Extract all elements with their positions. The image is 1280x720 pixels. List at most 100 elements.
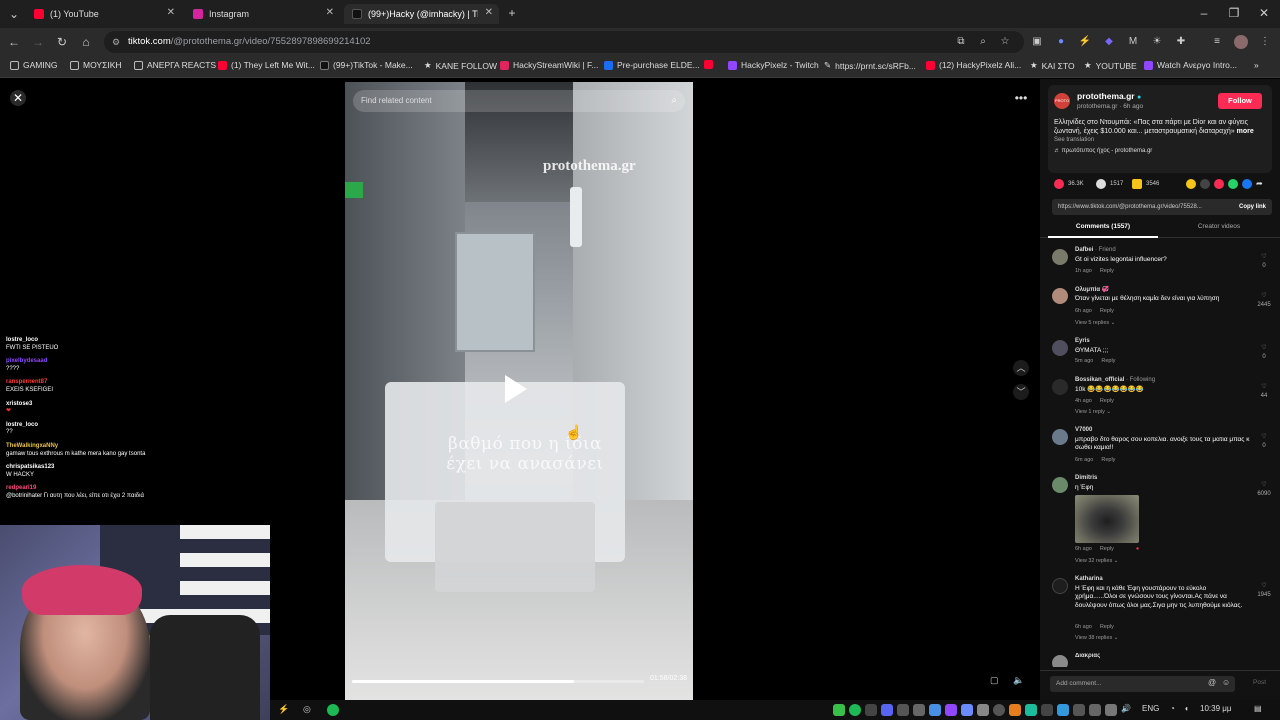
- extension-icon[interactable]: ☀: [1150, 35, 1164, 49]
- view-replies-link[interactable]: View 32 replies ⌄: [1075, 558, 1118, 564]
- comment-like[interactable]: ♡ 44: [1254, 383, 1274, 401]
- comment-author[interactable]: Dafbei · Friend: [1075, 247, 1116, 253]
- comment-author[interactable]: Ολυμπία 💞: [1075, 286, 1109, 293]
- like-button[interactable]: 36.3K: [1054, 179, 1084, 189]
- play-icon[interactable]: [505, 375, 527, 403]
- bookmark-item[interactable]: HackyPixelz - Twitch: [728, 60, 819, 70]
- tray-icon[interactable]: [1041, 704, 1053, 716]
- whatsapp-icon[interactable]: [1228, 179, 1238, 189]
- comment-like[interactable]: ♡ 0: [1254, 433, 1274, 451]
- comment-like[interactable]: ♡ 1945: [1254, 582, 1274, 600]
- mention-icon[interactable]: @: [1208, 676, 1220, 690]
- comment-like[interactable]: ♡ 0: [1254, 344, 1274, 362]
- next-video-button[interactable]: ﹀: [1013, 384, 1029, 400]
- reply-link[interactable]: Reply: [1100, 268, 1114, 274]
- extension-icon[interactable]: ▣: [1030, 35, 1044, 49]
- bookmark-folder[interactable]: ΑΝΕΡΓΑ REACTS: [134, 60, 216, 70]
- follow-button[interactable]: Follow: [1218, 93, 1262, 109]
- comment-author[interactable]: V7000: [1075, 427, 1092, 433]
- comment-author[interactable]: Διακριας: [1075, 653, 1100, 659]
- reply-link[interactable]: Reply: [1100, 398, 1114, 404]
- extension-icon[interactable]: ⚡: [1078, 35, 1092, 49]
- back-icon[interactable]: ←: [6, 34, 22, 50]
- bookmark-item[interactable]: ★ ΚΑΙ ΣΤΟ: [1030, 60, 1075, 71]
- video-progress-bar[interactable]: [352, 680, 644, 683]
- embed-icon[interactable]: [1200, 179, 1210, 189]
- bookmark-item[interactable]: ★ YOUTUBE: [1084, 60, 1137, 71]
- input-language[interactable]: ENG: [1142, 704, 1159, 713]
- comment-author[interactable]: Bossikan_official · Following: [1075, 377, 1155, 383]
- tab-creator-videos[interactable]: Creator videos: [1164, 223, 1274, 230]
- avatar[interactable]: [1052, 578, 1068, 594]
- bookmark-folder[interactable]: ΜΟΥΣΙΚΗ: [70, 60, 122, 70]
- tab-close-icon[interactable]: ✕: [326, 7, 334, 18]
- find-related-search[interactable]: Find related content ⌕: [353, 90, 685, 112]
- bookmark-item[interactable]: ★ KANE FOLLOW: [424, 60, 497, 71]
- extension-icon[interactable]: M: [1126, 35, 1140, 49]
- minimize-icon[interactable]: –: [1196, 5, 1212, 21]
- avatar[interactable]: [1052, 655, 1068, 667]
- search-icon[interactable]: ⌕: [671, 90, 677, 112]
- window-close-icon[interactable]: ✕: [1256, 5, 1272, 21]
- share-arrow-icon[interactable]: ➦: [1256, 179, 1266, 189]
- install-icon[interactable]: ⧉: [954, 35, 968, 49]
- post-button[interactable]: Post: [1253, 676, 1266, 690]
- bookmark-star-icon[interactable]: ☆: [998, 35, 1012, 49]
- view-replies-link[interactable]: View 5 replies ⌄: [1075, 320, 1115, 326]
- more-options-icon[interactable]: •••: [1013, 91, 1029, 107]
- tab-youtube[interactable]: (1) YouTube ✕: [26, 4, 181, 24]
- reply-link[interactable]: Reply: [1100, 546, 1114, 552]
- comment-author[interactable]: Katharina: [1075, 576, 1103, 582]
- avatar[interactable]: [1052, 288, 1068, 304]
- new-tab-icon[interactable]: +: [504, 5, 520, 21]
- bookmark-item[interactable]: [704, 60, 717, 69]
- bookmarks-overflow[interactable]: »: [1254, 60, 1259, 70]
- extension-icon[interactable]: ●: [1054, 35, 1068, 49]
- tab-close-icon[interactable]: ✕: [485, 7, 493, 18]
- media-control-icon[interactable]: ≡: [1210, 35, 1224, 49]
- bookmark-item[interactable]: ✎ https://prnt.sc/sRFb...: [824, 60, 916, 71]
- bookmark-item[interactable]: Pre-purchase ELDE...: [604, 60, 700, 70]
- account-name[interactable]: protothema.gr ●: [1077, 91, 1141, 101]
- avatar[interactable]: [1052, 379, 1068, 395]
- comment-like[interactable]: ♡ 6090: [1254, 481, 1274, 499]
- maximize-icon[interactable]: ❐: [1226, 5, 1242, 21]
- emoji-icon[interactable]: ☺: [1222, 676, 1234, 690]
- tray-icon[interactable]: [1105, 704, 1117, 716]
- extension-icon[interactable]: ◆: [1102, 35, 1116, 49]
- video-player[interactable]: Find related content ⌕ protothema.gr βαθ…: [345, 82, 693, 700]
- view-replies-link[interactable]: View 38 replies ⌄: [1075, 635, 1118, 641]
- previous-video-button[interactable]: ︿: [1013, 360, 1029, 376]
- facebook-icon[interactable]: [1242, 179, 1252, 189]
- spotify-icon[interactable]: [327, 704, 339, 716]
- coin-icon[interactable]: [1186, 179, 1196, 189]
- bookmark-item[interactable]: (12) HackyPixelz Ali...: [926, 60, 1021, 70]
- menu-dots-icon[interactable]: ⋮: [1258, 35, 1272, 49]
- comment-like[interactable]: ♡ 0: [1254, 253, 1274, 271]
- profile-avatar[interactable]: [1234, 35, 1248, 49]
- tray-icon[interactable]: [961, 704, 973, 716]
- notification-icon[interactable]: ▤: [1254, 704, 1262, 713]
- tray-discord-icon[interactable]: [881, 704, 893, 716]
- site-info-icon[interactable]: ⚙: [112, 31, 120, 53]
- see-translation-link[interactable]: See translation: [1054, 137, 1094, 143]
- volume-icon[interactable]: 🔈: [1013, 675, 1029, 689]
- more-link[interactable]: more: [1237, 128, 1254, 135]
- picture-in-picture-icon[interactable]: ▢: [990, 675, 1006, 689]
- home-icon[interactable]: ⌂: [78, 34, 94, 50]
- send-icon[interactable]: [1214, 179, 1224, 189]
- taskbar-app-icon[interactable]: ⚡: [278, 704, 290, 716]
- tray-icon[interactable]: [1025, 704, 1037, 716]
- reply-link[interactable]: Reply: [1100, 624, 1114, 630]
- reply-link[interactable]: Reply: [1101, 457, 1115, 463]
- comment-like[interactable]: ♡ 2445: [1254, 292, 1274, 310]
- tray-icon[interactable]: [1089, 704, 1101, 716]
- bookmark-item[interactable]: (99+)TikTok - Make...: [320, 60, 413, 70]
- bookmark-item[interactable]: HackyStreamWiki | F...: [500, 60, 598, 70]
- comment-author[interactable]: Eyris: [1075, 338, 1090, 344]
- avatar[interactable]: [1052, 429, 1068, 445]
- comment-image[interactable]: [1075, 495, 1139, 543]
- tray-spotify-icon[interactable]: [849, 704, 861, 716]
- url-field[interactable]: ⚙ tiktok.com/@protothema.gr/video/755289…: [104, 31, 1024, 53]
- save-button[interactable]: 3546: [1132, 179, 1159, 189]
